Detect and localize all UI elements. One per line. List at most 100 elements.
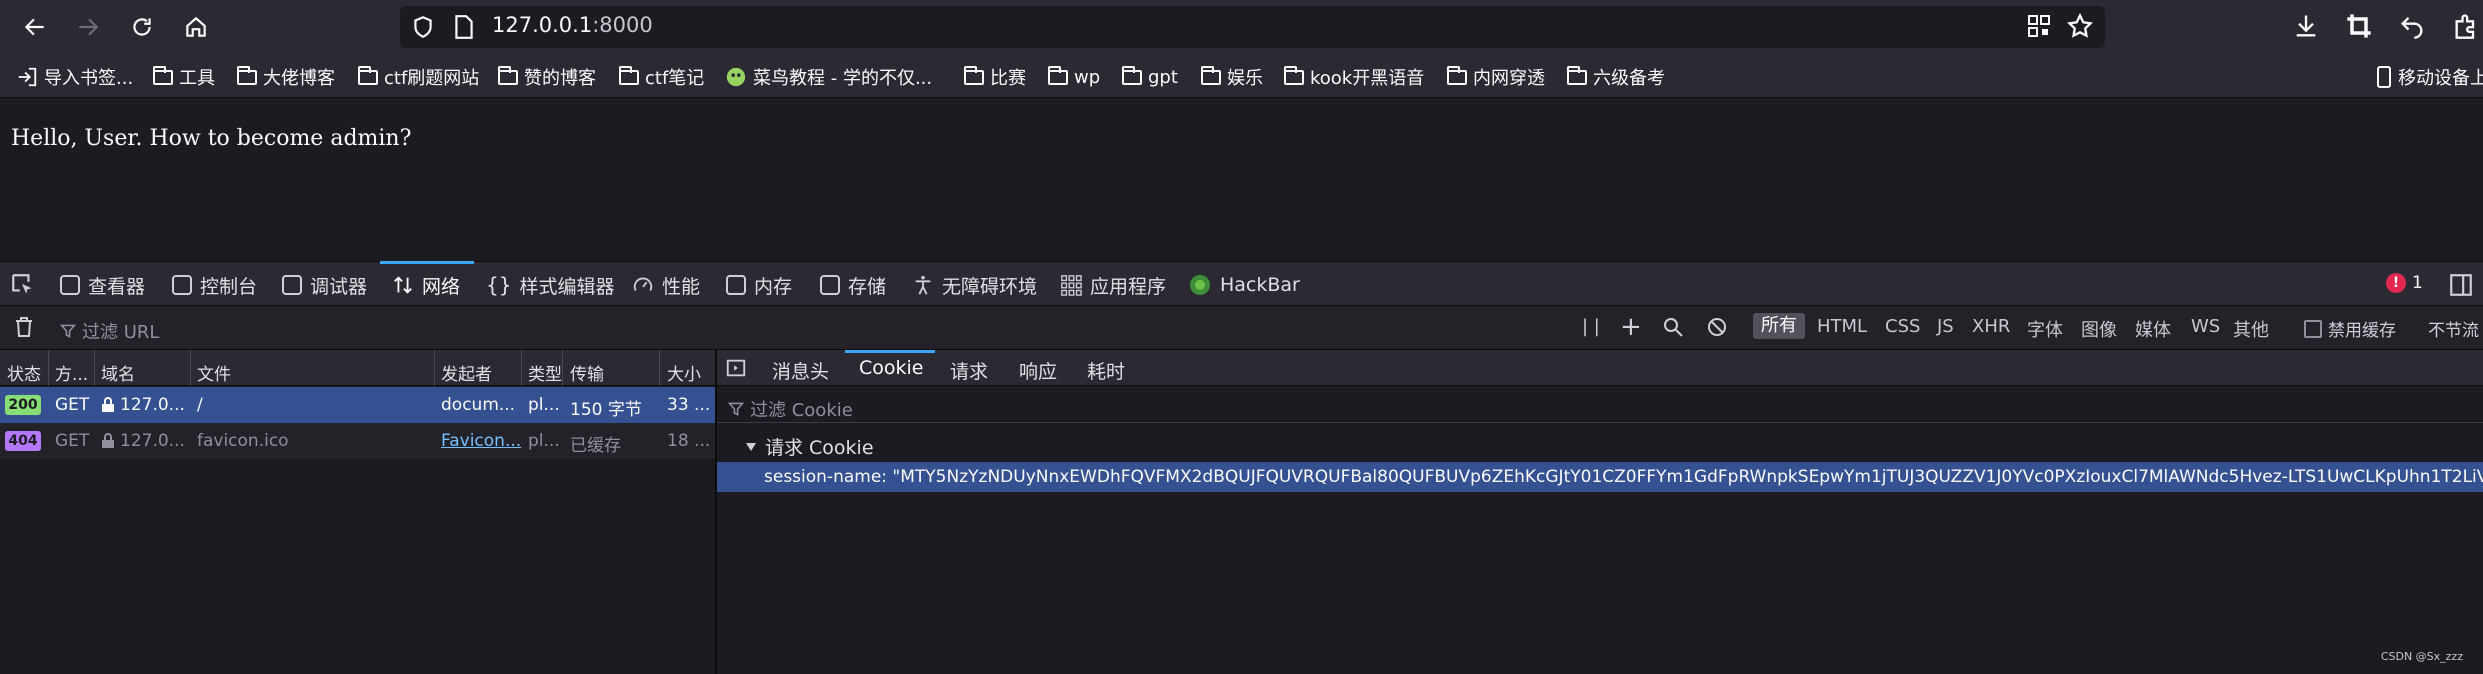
request-domain: 127.0... (101, 431, 185, 451)
block-icon[interactable] (1705, 315, 1729, 344)
url-filter-input[interactable]: 过滤 URL (60, 318, 159, 344)
error-counter[interactable]: ! 1 (2386, 273, 2423, 293)
filter-type-xhr[interactable]: XHR (1972, 316, 2010, 337)
bookmark-folder[interactable]: 工具 (153, 64, 215, 90)
cookie-filter[interactable]: 过滤 Cookie (728, 396, 853, 422)
add-icon[interactable]: + (1620, 312, 1642, 342)
reload-button[interactable] (123, 8, 161, 46)
bookmark-label: gpt (1148, 66, 1178, 88)
cookie-section-header[interactable]: 请求 Cookie (745, 433, 874, 460)
filter-type-all[interactable]: 所有 (1753, 313, 1805, 339)
bookmark-folder[interactable]: 娱乐 (1201, 64, 1263, 90)
bookmark-folder[interactable]: wp (1048, 64, 1100, 90)
tab-timings[interactable]: 耗时 (1087, 357, 1125, 384)
back-button[interactable] (16, 8, 54, 46)
error-count: 1 (2412, 273, 2423, 293)
tab-application[interactable]: 应用程序 (1060, 272, 1166, 298)
tab-console[interactable]: 控制台 (172, 272, 257, 298)
col-size[interactable]: 大小 (667, 360, 701, 385)
cookie-section-title: 请求 Cookie (765, 437, 874, 459)
request-initiator: docum... (441, 395, 516, 415)
tab-debugger[interactable]: 调试器 (282, 272, 367, 298)
col-status[interactable]: 状态 (7, 360, 41, 385)
toggle-sidebar-icon[interactable] (725, 357, 747, 384)
cookie-filter-placeholder: 过滤 Cookie (750, 400, 853, 421)
crop-icon[interactable] (2345, 12, 2373, 45)
lock-icon (102, 433, 114, 448)
bookmark-folder[interactable]: 大佬博客 (237, 64, 335, 90)
filter-type-media[interactable]: 媒体 (2135, 316, 2171, 342)
url-text[interactable]: 127.0.0.1:8000 (492, 13, 653, 37)
bookmark-folder[interactable]: 比赛 (964, 64, 1026, 90)
bookmark-star-icon[interactable] (2066, 12, 2094, 45)
mobile-bookmarks[interactable]: 移动设备上 (2376, 64, 2483, 90)
bookmark-folder[interactable]: 六级备考 (1567, 64, 1665, 90)
undo-icon[interactable] (2398, 12, 2426, 45)
col-transfer[interactable]: 传输 (570, 360, 604, 385)
filter-type-css[interactable]: CSS (1885, 316, 1920, 337)
bookmark-import[interactable]: 导入书签... (16, 64, 133, 90)
cookie-filter-input[interactable] (717, 387, 2483, 423)
cookie-panel (717, 423, 2483, 674)
pause-icon[interactable]: | | (1582, 316, 1600, 337)
page-text: Hello, User. How to become admin? (11, 126, 412, 151)
col-initiator[interactable]: 发起者 (441, 360, 492, 385)
tab-label: 网络 (422, 275, 461, 298)
request-initiator-link[interactable]: Favicon... (441, 431, 521, 451)
col-file[interactable]: 文件 (197, 360, 231, 385)
page-content (0, 98, 2483, 261)
home-icon (186, 16, 206, 37)
filter-type-js[interactable]: JS (1937, 316, 1954, 337)
tab-cookie[interactable]: Cookie (859, 357, 924, 379)
throttle-select[interactable]: 不节流 (2428, 316, 2479, 341)
trash-icon[interactable] (12, 314, 36, 345)
extensions-icon[interactable] (2452, 12, 2480, 45)
cookie-value[interactable]: "MTY5NzYzNDUyNnxEWDhFQVFMX2dBQUJFQUVRQUF… (892, 467, 2483, 487)
tab-memory[interactable]: 内存 (726, 272, 792, 298)
filter-type-font[interactable]: 字体 (2027, 316, 2063, 342)
request-method: GET (55, 395, 90, 415)
tab-style-editor[interactable]: {} 样式编辑器 (486, 272, 614, 298)
disable-cache-checkbox[interactable]: 禁用缓存 (2304, 316, 2396, 341)
col-divider (190, 350, 191, 386)
bookmark-folder[interactable]: 内网穿透 (1447, 64, 1545, 90)
tab-accessibility[interactable]: 无障碍环境 (912, 272, 1037, 298)
bookmark-label: 内网穿透 (1473, 68, 1545, 89)
dock-side-icon[interactable] (2448, 272, 2474, 303)
tab-request[interactable]: 请求 (950, 357, 988, 384)
tab-storage[interactable]: 存储 (820, 272, 886, 298)
bookmark-folder[interactable]: ctf刷题网站 (358, 64, 479, 90)
filter-type-other[interactable]: 其他 (2233, 316, 2269, 342)
forward-button[interactable] (69, 8, 107, 46)
tab-inspector[interactable]: 查看器 (60, 272, 145, 298)
qr-code-icon[interactable] (2027, 14, 2051, 43)
bookmark-label: 工具 (179, 68, 215, 89)
filter-type-image[interactable]: 图像 (2081, 316, 2117, 342)
filter-funnel-icon (728, 402, 744, 416)
shield-icon[interactable] (410, 14, 436, 45)
col-domain[interactable]: 域名 (101, 360, 135, 385)
page-info-icon[interactable] (452, 14, 476, 45)
tab-response[interactable]: 响应 (1019, 357, 1057, 384)
bookmark-folder[interactable]: ctf笔记 (619, 64, 704, 90)
home-button[interactable] (177, 8, 215, 46)
tab-performance[interactable]: 性能 (632, 272, 700, 298)
tab-hackbar[interactable]: HackBar (1188, 272, 1300, 298)
search-icon[interactable] (1661, 315, 1685, 344)
bookmark-folder[interactable]: kook开黑语音 (1284, 64, 1424, 90)
element-picker-icon[interactable] (10, 272, 36, 303)
download-icon[interactable] (2292, 12, 2320, 45)
bookmark-label: ctf笔记 (645, 68, 705, 89)
filter-type-html[interactable]: HTML (1817, 316, 1867, 337)
filter-type-ws[interactable]: WS (2191, 316, 2220, 337)
bookmark-folder[interactable]: 赞的博客 (498, 64, 596, 90)
folder-icon (1048, 65, 1068, 85)
bookmark-runoob[interactable]: 菜鸟教程 - 学的不仅... (725, 64, 932, 90)
col-type[interactable]: 类型 (528, 360, 562, 385)
tab-network[interactable]: 网络 (392, 272, 460, 298)
url-bar[interactable] (400, 6, 2105, 48)
col-method[interactable]: 方... (55, 360, 88, 385)
bookmark-folder[interactable]: gpt (1122, 64, 1178, 90)
tab-headers[interactable]: 消息头 (772, 357, 829, 384)
tab-label: 查看器 (88, 275, 146, 298)
